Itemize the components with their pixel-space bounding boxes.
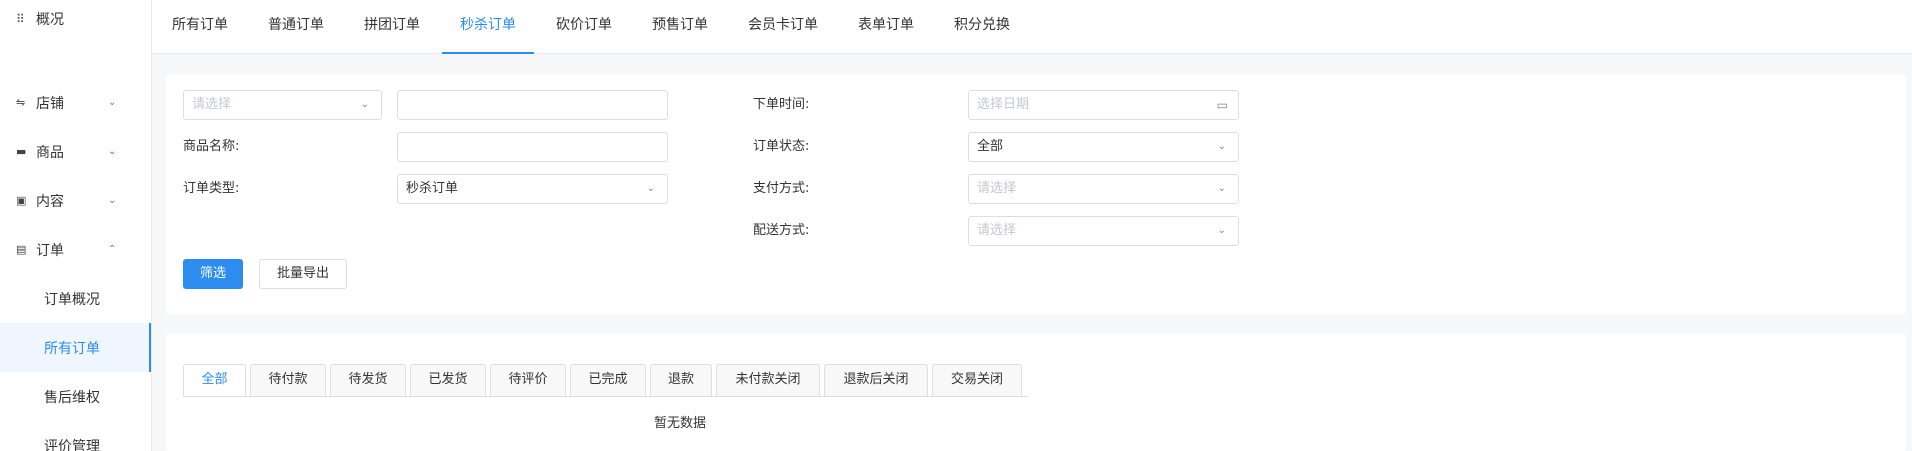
sliders-icon: ⇋ — [16, 96, 26, 109]
goods-name-label: 商品名称: — [183, 139, 240, 154]
order-icon: ▤ — [16, 243, 27, 256]
status-tab-pending-shipment[interactable]: 待发货 — [330, 364, 406, 396]
sidebar: ⠿ 概况 ⇋ 店铺 ⌄ ▬ 商品 ⌄ ▣ 内容 ⌄ ▤ 订单 ⌃ 订单概况 所有… — [0, 0, 152, 451]
order-time-label: 下单时间: — [753, 97, 810, 112]
sidebar-item-overview[interactable]: ⠿ 概况 — [0, 0, 151, 38]
search-keyword-input[interactable] — [397, 90, 668, 120]
status-tab-pending-payment[interactable]: 待付款 — [250, 364, 326, 396]
chevron-down-icon: ⌄ — [1217, 225, 1226, 236]
filter-button[interactable]: 筛选 — [183, 259, 243, 289]
select-placeholder: 请选择 — [192, 97, 232, 112]
tab-membership-orders[interactable]: 会员卡订单 — [748, 0, 818, 54]
status-tab-refund[interactable]: 退款 — [650, 364, 712, 396]
chevron-down-icon: ⌄ — [108, 195, 117, 206]
content-icon: ▣ — [16, 194, 27, 207]
pay-method-select[interactable]: 请选择 ⌄ — [968, 174, 1239, 204]
tab-points-exchange[interactable]: 积分兑换 — [954, 0, 1010, 54]
pay-method-label: 支付方式: — [753, 181, 810, 196]
tab-seckill-orders[interactable]: 秒杀订单 — [442, 0, 534, 54]
sidebar-subitem-after-sales[interactable]: 售后维权 — [0, 372, 151, 421]
chevron-down-icon: ⌄ — [108, 97, 117, 108]
chevron-down-icon: ⌄ — [646, 183, 655, 194]
sidebar-group-content[interactable]: ▣ 内容 ⌄ — [0, 176, 151, 225]
select-value: 全部 — [977, 139, 1004, 154]
status-tab-trade-closed[interactable]: 交易关闭 — [932, 364, 1022, 396]
sidebar-group-goods[interactable]: ▬ 商品 ⌄ — [0, 127, 151, 176]
batch-export-button[interactable]: 批量导出 — [259, 259, 347, 289]
sidebar-item-label: 商品 — [36, 144, 64, 161]
date-placeholder: 选择日期 — [977, 97, 1030, 112]
tab-form-orders[interactable]: 表单订单 — [858, 0, 914, 54]
sidebar-item-label: 店铺 — [36, 95, 64, 112]
sidebar-subitem-all-orders[interactable]: 所有订单 — [0, 323, 151, 372]
tab-divider — [183, 396, 1028, 397]
sidebar-item-label: 内容 — [36, 193, 64, 210]
status-tab-pending-review[interactable]: 待评价 — [490, 364, 566, 396]
chevron-down-icon: ⌄ — [108, 146, 117, 157]
sidebar-group-order[interactable]: ▤ 订单 ⌃ — [0, 225, 151, 274]
tab-bargain-orders[interactable]: 砍价订单 — [556, 0, 612, 54]
product-icon: ▬ — [16, 145, 27, 158]
goods-name-input[interactable] — [397, 132, 668, 162]
order-type-label: 订单类型: — [183, 181, 240, 196]
status-tab-shipped[interactable]: 已发货 — [410, 364, 486, 396]
calendar-icon: ▭ — [1216, 98, 1228, 112]
chevron-down-icon: ⌄ — [360, 99, 369, 110]
sidebar-item-label: 订单 — [36, 242, 64, 259]
chevron-down-icon: ⌄ — [1217, 141, 1226, 152]
sidebar-item-label: 概况 — [36, 12, 64, 28]
filter-panel: 请选择 ⌄ 商品名称: 订单类型: 秒杀订单 ⌄ 下单时间: 选择日期 ▭ 订单… — [166, 74, 1906, 314]
status-tab-all[interactable]: 全部 — [183, 364, 246, 396]
select-value: 秒杀订单 — [406, 181, 459, 196]
grid-icon: ⠿ — [16, 12, 25, 26]
tab-normal-orders[interactable]: 普通订单 — [268, 0, 324, 54]
delivery-method-select[interactable]: 请选择 ⌄ — [968, 216, 1239, 246]
order-type-tabs: 所有订单 普通订单 拼团订单 秒杀订单 砍价订单 预售订单 会员卡订单 表单订单… — [152, 0, 1912, 54]
search-type-select[interactable]: 请选择 ⌄ — [183, 90, 382, 120]
order-type-select[interactable]: 秒杀订单 ⌄ — [397, 174, 668, 204]
status-tab-refund-closed[interactable]: 退款后关闭 — [824, 364, 928, 396]
delivery-method-label: 配送方式: — [753, 223, 810, 238]
order-status-select[interactable]: 全部 ⌄ — [968, 132, 1239, 162]
tab-group-orders[interactable]: 拼团订单 — [364, 0, 420, 54]
sidebar-subitem-order-overview[interactable]: 订单概况 — [0, 274, 151, 323]
sidebar-group-shop[interactable]: ⇋ 店铺 ⌄ — [0, 78, 151, 127]
tab-presale-orders[interactable]: 预售订单 — [652, 0, 708, 54]
order-list-panel: 全部 待付款 待发货 已发货 待评价 已完成 退款 未付款关闭 退款后关闭 交易… — [166, 334, 1906, 451]
select-placeholder: 请选择 — [977, 223, 1017, 238]
tab-all-orders[interactable]: 所有订单 — [172, 0, 228, 54]
status-tab-unpaid-closed[interactable]: 未付款关闭 — [716, 364, 820, 396]
sidebar-subitem-reviews[interactable]: 评价管理 — [0, 421, 151, 451]
status-tab-completed[interactable]: 已完成 — [570, 364, 646, 396]
empty-state-text: 暂无数据 — [653, 416, 706, 431]
order-date-picker[interactable]: 选择日期 ▭ — [968, 90, 1239, 120]
chevron-down-icon: ⌄ — [1217, 183, 1226, 194]
order-status-label: 订单状态: — [753, 139, 810, 154]
select-placeholder: 请选择 — [977, 181, 1017, 196]
chevron-up-icon: ⌃ — [108, 244, 117, 255]
